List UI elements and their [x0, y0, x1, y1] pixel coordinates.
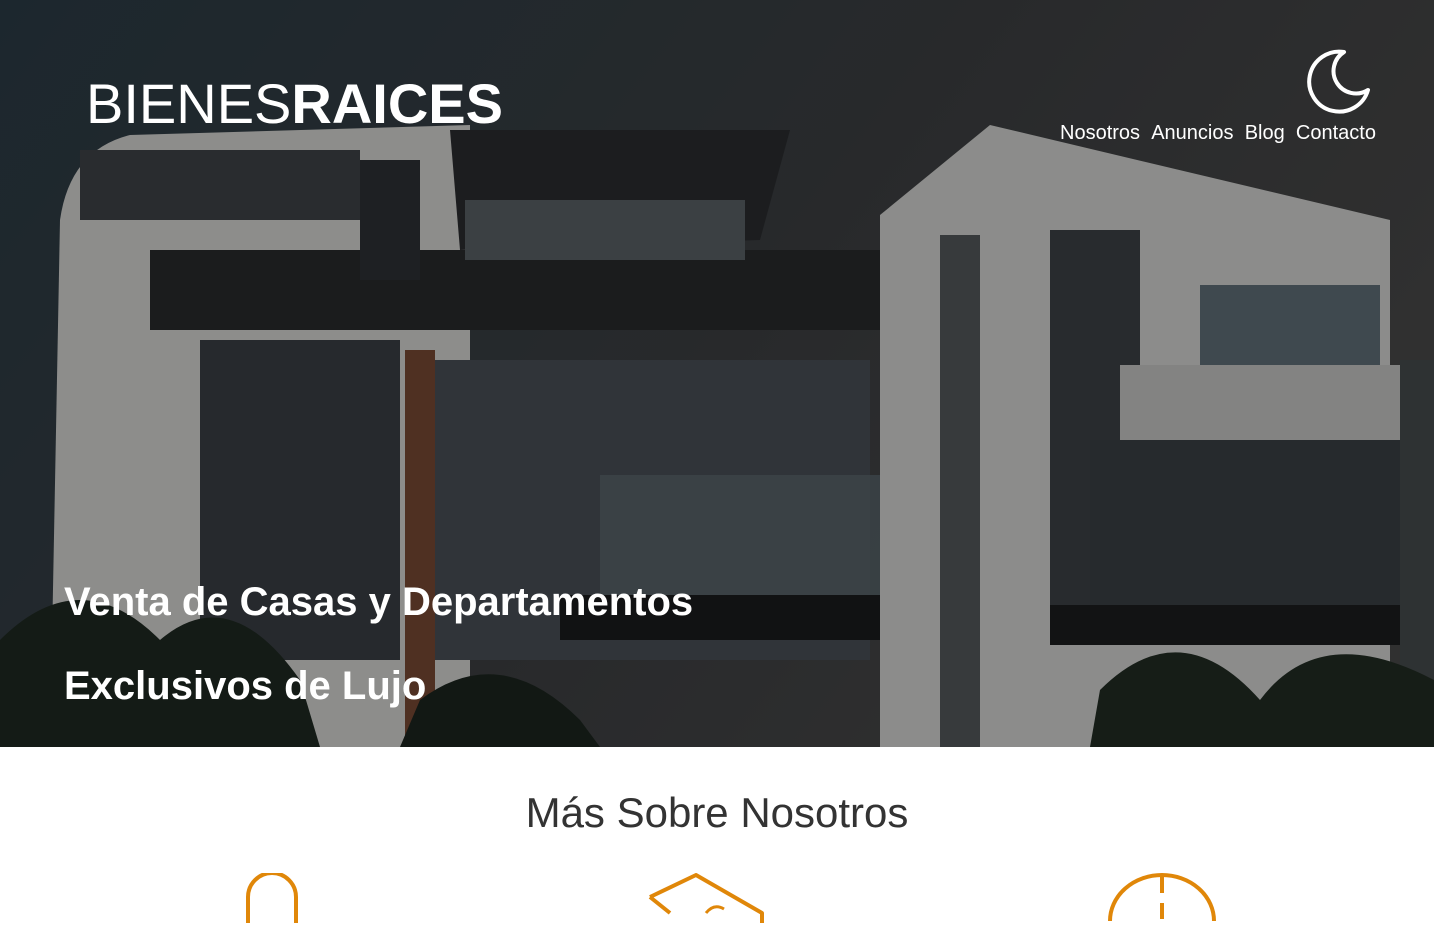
logo-bold-text: RAICES [291, 72, 503, 135]
main-navigation: Nosotros Anuncios Blog Contacto [1060, 122, 1376, 145]
nav-link-blog[interactable]: Blog [1245, 122, 1285, 145]
moon-icon[interactable] [1306, 46, 1374, 114]
price-tag-icon [646, 873, 766, 928]
hero-heading: Venta de Casas y Departamentos Exclusivo… [64, 560, 824, 728]
hero-heading-line-1: Venta de Casas y Departamentos [64, 580, 694, 624]
nav-link-contacto[interactable]: Contacto [1296, 122, 1376, 145]
security-icon [244, 871, 300, 928]
hero-heading-line-2: Exclusivos de Lujo [64, 664, 427, 708]
site-logo[interactable]: BIENESRAICES [86, 72, 503, 136]
nav-link-anuncios[interactable]: Anuncios [1151, 122, 1233, 145]
clock-icon [1106, 873, 1218, 928]
logo-light-text: BIENES [86, 72, 292, 135]
about-section-title: Más Sobre Nosotros [525, 789, 909, 836]
nav-link-nosotros[interactable]: Nosotros [1060, 122, 1140, 145]
hero-section: BIENESRAICES Nosotros Anuncios Blog Cont… [0, 0, 1434, 747]
about-section: Más Sobre Nosotros [0, 747, 1434, 923]
